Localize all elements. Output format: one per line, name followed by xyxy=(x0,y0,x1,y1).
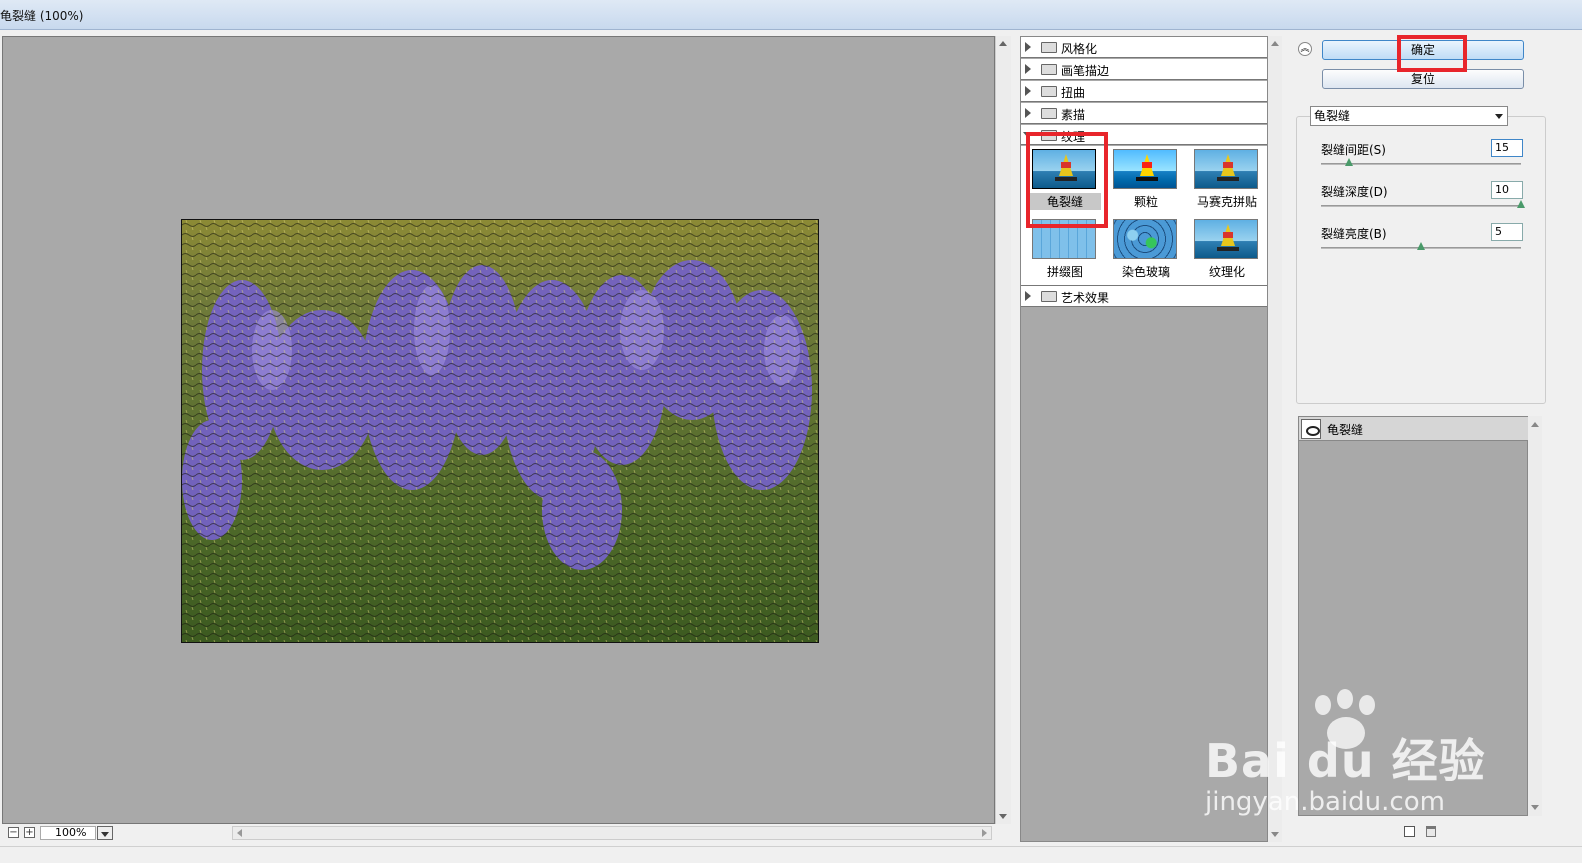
scroll-up-icon[interactable] xyxy=(1531,422,1539,427)
slider-knob[interactable] xyxy=(1417,242,1425,250)
expand-arrow-icon xyxy=(1025,86,1031,96)
folder-icon xyxy=(1041,42,1057,53)
category-artistic[interactable]: 艺术效果 xyxy=(1021,286,1267,307)
category-brush-strokes[interactable]: 画笔描边 xyxy=(1021,59,1267,80)
gallery-scrollbar[interactable] xyxy=(1268,36,1282,842)
effect-layers-list: 龟裂缝 xyxy=(1298,416,1529,816)
highlight-box-ok xyxy=(1397,35,1467,72)
new-effect-layer-icon[interactable] xyxy=(1404,826,1415,837)
thumb-mosaic-tiles[interactable]: 马赛克拼贴 xyxy=(1191,146,1258,212)
thumbnail-image xyxy=(1194,149,1258,189)
folder-icon xyxy=(1041,108,1057,119)
thumbnail-image xyxy=(1113,149,1177,189)
title-bar: 龟裂缝 (100%) xyxy=(0,0,1582,30)
zoom-in-button[interactable]: + xyxy=(24,827,35,838)
zoom-bar: − + 100% xyxy=(2,824,995,842)
preview-vertical-scrollbar[interactable] xyxy=(995,36,1011,824)
window-bottom-edge xyxy=(0,846,1582,863)
expand-arrow-icon xyxy=(1025,108,1031,118)
crack-depth-slider[interactable] xyxy=(1321,205,1521,207)
category-sketch[interactable]: 素描 xyxy=(1021,103,1267,124)
slider-knob[interactable] xyxy=(1517,200,1525,208)
thumb-stained-glass[interactable]: 染色玻璃 xyxy=(1110,216,1177,282)
category-stylize[interactable]: 风格化 xyxy=(1021,37,1267,58)
settings-panel: ︽ 确定 复位 裂缝间距(S) 15 裂缝深度(D) 10 裂缝亮度(B) 5 … xyxy=(1290,36,1550,842)
layers-scrollbar[interactable] xyxy=(1528,416,1542,816)
scroll-right-icon[interactable] xyxy=(982,829,987,837)
thumb-texturizer[interactable]: 纹理化 xyxy=(1191,216,1258,282)
preview-canvas[interactable] xyxy=(2,36,995,824)
zoom-out-button[interactable]: − xyxy=(8,827,19,838)
parameters-group: 裂缝间距(S) 15 裂缝深度(D) 10 裂缝亮度(B) 5 xyxy=(1296,116,1546,404)
folder-icon xyxy=(1041,64,1057,75)
window-title: 龟裂缝 (100%) xyxy=(0,9,84,23)
thumbnail-image xyxy=(1113,219,1177,259)
scroll-up-icon[interactable] xyxy=(999,41,1007,46)
eye-icon[interactable] xyxy=(1301,419,1321,439)
scroll-up-icon[interactable] xyxy=(1271,41,1279,46)
delete-layer-icon[interactable] xyxy=(1426,826,1436,837)
scroll-down-icon[interactable] xyxy=(1531,805,1539,810)
effect-layer-item[interactable]: 龟裂缝 xyxy=(1299,417,1529,441)
folder-icon xyxy=(1041,86,1057,97)
highlight-box-thumbnail xyxy=(1026,132,1108,228)
param-crack-spacing: 裂缝间距(S) 15 xyxy=(1321,139,1527,177)
preview-horizontal-scrollbar[interactable] xyxy=(232,826,992,840)
param-crack-brightness: 裂缝亮度(B) 5 xyxy=(1321,223,1527,261)
collapse-gallery-icon[interactable]: ︽ xyxy=(1298,42,1312,56)
crack-brightness-input[interactable]: 5 xyxy=(1491,223,1523,241)
zoom-value-field[interactable]: 100% xyxy=(40,826,96,840)
crack-spacing-input[interactable]: 15 xyxy=(1491,139,1523,157)
slider-knob[interactable] xyxy=(1345,158,1353,166)
thumbnail-image xyxy=(1194,219,1258,259)
scroll-down-icon[interactable] xyxy=(999,814,1007,819)
param-crack-depth: 裂缝深度(D) 10 xyxy=(1321,181,1527,219)
lavender-texture-image xyxy=(182,220,818,642)
reset-button[interactable]: 复位 xyxy=(1322,69,1524,89)
scroll-left-icon[interactable] xyxy=(237,829,242,837)
zoom-dropdown-button[interactable] xyxy=(97,826,113,840)
preview-image xyxy=(181,219,819,643)
expand-arrow-icon xyxy=(1025,64,1031,74)
folder-icon xyxy=(1041,291,1057,302)
crack-depth-input[interactable]: 10 xyxy=(1491,181,1523,199)
thumb-grain[interactable]: 颗粒 xyxy=(1110,146,1177,212)
scroll-down-icon[interactable] xyxy=(1271,832,1279,837)
filter-select[interactable]: 龟裂缝 xyxy=(1310,106,1508,126)
expand-arrow-icon xyxy=(1025,291,1031,301)
category-distort[interactable]: 扭曲 xyxy=(1021,81,1267,102)
expand-arrow-icon xyxy=(1025,42,1031,52)
